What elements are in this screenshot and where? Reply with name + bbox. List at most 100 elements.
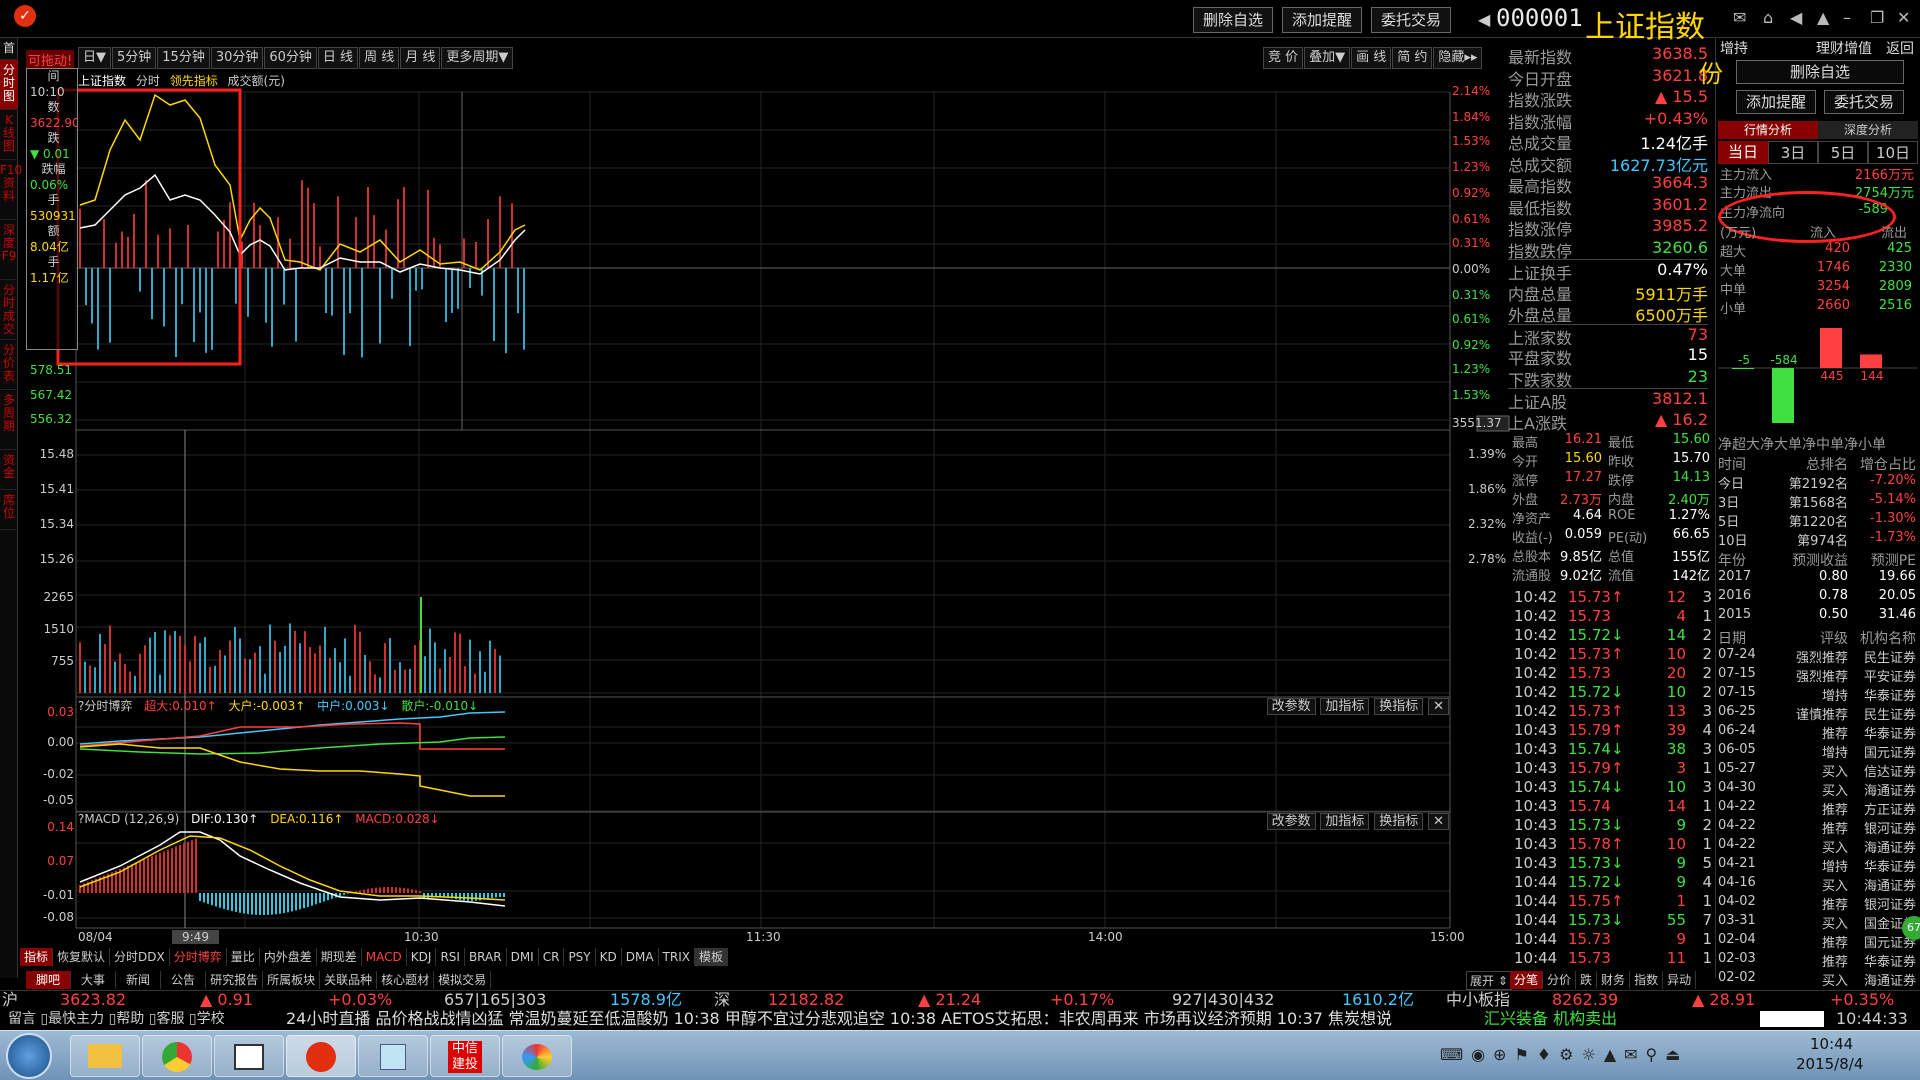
tab-related[interactable]: 关联品种: [320, 971, 378, 989]
switch-indicator-button[interactable]: 换指标: [1374, 813, 1424, 830]
up-icon[interactable]: ▲: [1817, 8, 1829, 27]
tab-sim-trade[interactable]: 模拟交易: [434, 971, 492, 989]
home-icon[interactable]: ⌂: [1763, 8, 1773, 27]
tab-ddx[interactable]: 分时DDX: [110, 948, 170, 966]
add-indicator-button[interactable]: 加指标: [1320, 813, 1370, 830]
news-input[interactable]: [1760, 1011, 1824, 1027]
close-icon[interactable]: ✕: [1897, 8, 1910, 27]
axis-tick: 556.32: [30, 412, 72, 426]
tick-row: 10:44 15.73↓ 55 7: [1508, 911, 1715, 930]
mail-icon[interactable]: ✉: [1733, 8, 1746, 27]
period-5d[interactable]: 5日: [1818, 141, 1868, 164]
header-wealth[interactable]: 理财增值: [1816, 38, 1872, 58]
tab-volume-ratio[interactable]: 量比: [227, 948, 260, 966]
tick-volume: 1: [1676, 892, 1686, 910]
tab-dma[interactable]: DMA: [622, 948, 659, 966]
tab-rsi[interactable]: RSI: [436, 948, 465, 966]
notes-app-icon[interactable]: [358, 1035, 428, 1077]
news-ticker[interactable]: 24小时直播 品价格战战情凶猛 常温奶蔓延至低温酸奶 10:38 甲醇不宜过分悲…: [286, 1008, 1484, 1030]
tick-time: 10:42: [1514, 626, 1558, 644]
time-tick-cursor: 9:49: [172, 930, 219, 944]
period-3d[interactable]: 3日: [1768, 141, 1818, 164]
tab-stock-bar[interactable]: 脚吧: [26, 971, 72, 989]
news-alert[interactable]: 汇兴装备 机构卖出: [1484, 1008, 1746, 1030]
explorer-app-icon[interactable]: [70, 1035, 140, 1077]
tab-ticks[interactable]: 分笔: [1510, 971, 1544, 989]
tab-trix[interactable]: TRIX: [659, 948, 695, 966]
table-cell: 04-16: [1718, 875, 1756, 890]
tick-volume: 4: [1676, 607, 1686, 625]
info-row: 总成交量 1.24亿手: [1508, 130, 1708, 152]
back-icon[interactable]: ◀: [1790, 8, 1802, 27]
tab-psy[interactable]: PSY: [564, 948, 596, 966]
tab-index[interactable]: 指数: [1630, 971, 1664, 989]
tab-cr[interactable]: CR: [539, 948, 565, 966]
header-back[interactable]: 返回: [1886, 38, 1914, 58]
tab-kd[interactable]: KD: [596, 948, 622, 966]
info-value: ▲ 15.5: [1654, 87, 1708, 106]
tick-list[interactable]: 10:42 15.73↑ 12 3 10:42 15.73 4 1 10:42 15.72↓ 14 2…: [1508, 588, 1715, 968]
start-button-icon[interactable]: [6, 1033, 52, 1079]
status-bar: 沪 3623.82 ▲ 0.91 +0.03% 657|165|303 1578…: [0, 990, 1920, 1009]
trading-app-icon[interactable]: [286, 1035, 356, 1077]
expand-button[interactable]: 展开 ⇕: [1466, 971, 1512, 990]
restore-icon[interactable]: ❐: [1870, 8, 1884, 27]
tab-deep-analysis[interactable]: 深度分析: [1818, 121, 1918, 139]
tab-theme[interactable]: 核心题材: [377, 971, 435, 989]
add-alert-button-2[interactable]: 添加提醒: [1736, 90, 1816, 114]
crosshair-popup[interactable]: 间 10:10 数 3622.90 跌 ▼ 0.01 跌幅 0.06% 手 53…: [26, 68, 78, 350]
tab-announcements[interactable]: 公告: [161, 971, 207, 989]
paint-app-icon[interactable]: [502, 1035, 572, 1077]
float-badge[interactable]: 67: [1902, 916, 1920, 940]
change-params-button[interactable]: 改参数: [1266, 813, 1316, 830]
tick-count: 4: [1702, 873, 1712, 891]
tab-news[interactable]: 新闻: [116, 971, 162, 989]
tab-basis[interactable]: 期现差: [317, 948, 362, 966]
info-row: 外盘总量 6500万手: [1508, 302, 1708, 324]
table-cell: 增持: [1821, 746, 1848, 761]
tick-row: 10:44 15.72↓ 9 4: [1508, 873, 1715, 892]
tab-research[interactable]: 研究报告: [206, 971, 264, 989]
order-type: 超大: [1720, 245, 1747, 260]
tab-indicator[interactable]: 指标: [20, 948, 54, 966]
tab-trend[interactable]: 跌: [1576, 971, 1598, 989]
tab-restore-default[interactable]: 恢复默认: [53, 948, 111, 966]
add-indicator-button[interactable]: 加指标: [1320, 698, 1370, 715]
tab-price-dist[interactable]: 分价: [1543, 971, 1577, 989]
tab-moves[interactable]: 异动: [1663, 971, 1697, 989]
news-clock: 10:44:33: [1836, 1009, 1908, 1028]
tick-price: 15.79↑: [1568, 721, 1624, 739]
period-10d[interactable]: 10日: [1868, 141, 1918, 164]
tab-dmi[interactable]: DMI: [507, 948, 539, 966]
news-left-links[interactable]: 留言 ▯最快主力 ▯帮助 ▯客服 ▯学校: [8, 1008, 225, 1030]
table-cell: 推荐: [1821, 727, 1848, 742]
tab-macd[interactable]: MACD: [362, 948, 407, 966]
tick-count: 7: [1702, 911, 1712, 929]
tab-brar[interactable]: BRAR: [465, 948, 507, 966]
axis-tick: 15.34: [39, 517, 74, 531]
citic-app-icon[interactable]: 中信 建投: [430, 1035, 500, 1077]
trade-button-2[interactable]: 委托交易: [1824, 90, 1904, 114]
minimize-icon[interactable]: –: [1843, 8, 1851, 27]
tray-icons[interactable]: ⌨◉⊕⚑♦⚙☼▲✉⚲⏏: [1440, 1045, 1688, 1064]
popup-title[interactable]: 可拖动!: [26, 50, 75, 69]
chrome-app-icon[interactable]: [142, 1035, 212, 1077]
period-today[interactable]: 当日: [1718, 141, 1768, 164]
pct-tick: 1.39%: [1468, 447, 1507, 461]
tab-template[interactable]: 模板: [694, 948, 728, 966]
change-params-button[interactable]: 改参数: [1266, 698, 1316, 715]
info-value: 73: [1687, 324, 1708, 344]
close-indicator-button[interactable]: ✕: [1428, 698, 1449, 715]
terminal-app-icon[interactable]: [214, 1035, 284, 1077]
tab-events[interactable]: 大事: [71, 971, 117, 989]
tab-sector[interactable]: 所属板块: [263, 971, 321, 989]
tab-finance[interactable]: 财务: [1597, 971, 1631, 989]
close-indicator-button[interactable]: ✕: [1428, 813, 1449, 830]
tab-inner-outer[interactable]: 内外盘差: [260, 948, 317, 966]
tab-kdj[interactable]: KDJ: [407, 948, 437, 966]
tick-row: 10:43 15.79↑ 39 4: [1508, 721, 1715, 740]
switch-indicator-button[interactable]: 换指标: [1374, 698, 1424, 715]
delete-watchlist-button-2[interactable]: 删除自选: [1736, 60, 1904, 84]
tab-bid-game[interactable]: 分时博弈: [170, 948, 227, 966]
tab-market-analysis[interactable]: 行情分析: [1718, 121, 1818, 139]
